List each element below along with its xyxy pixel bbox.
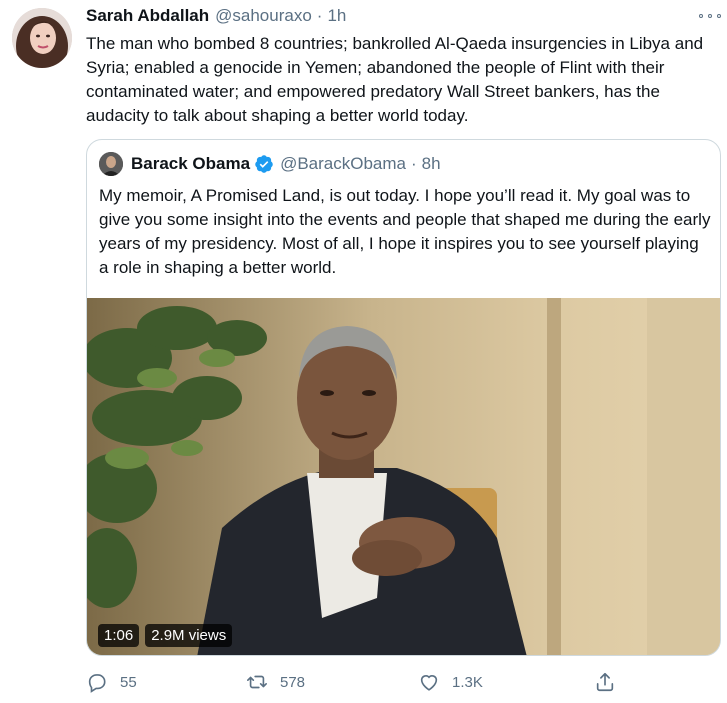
- share-icon: [596, 672, 614, 692]
- like-count: 1.3K: [452, 673, 483, 691]
- video-views: 2.9M views: [145, 624, 233, 647]
- retweet-count: 578: [280, 673, 306, 691]
- reply-icon: [88, 674, 106, 693]
- video-info: 1:06 2.9M views: [98, 624, 233, 647]
- reply-count: 55: [120, 673, 137, 691]
- video-player[interactable]: 1:06 2.9M views: [87, 298, 720, 655]
- quoted-tweet-time: 8h: [421, 154, 441, 173]
- quoted-separator: ·: [411, 154, 417, 173]
- more-icon[interactable]: [699, 10, 721, 22]
- like-button[interactable]: 1.3K: [418, 668, 483, 696]
- quoted-tweet[interactable]: Barack Obama @BarackObama · 8h My memoir…: [86, 139, 721, 656]
- author-avatar[interactable]: [12, 8, 72, 68]
- share-button[interactable]: [594, 668, 628, 696]
- author-handle[interactable]: @sahouraxo: [215, 6, 312, 26]
- verified-icon: [254, 154, 274, 174]
- tweet-text: The man who bombed 8 countries; bankroll…: [86, 34, 704, 125]
- separator: ·: [316, 6, 323, 25]
- author-name[interactable]: Sarah Abdallah: [86, 6, 209, 26]
- reply-button[interactable]: 55: [86, 668, 137, 696]
- quoted-author-avatar: [99, 152, 123, 176]
- tweet-actions: 55 578 1.3K: [86, 668, 626, 696]
- retweet-icon: [247, 675, 267, 689]
- video-duration: 1:06: [98, 624, 140, 647]
- tweet-time[interactable]: 1h: [327, 6, 346, 26]
- quoted-author-handle: @BarackObama: [280, 154, 406, 173]
- quoted-tweet-header: Barack Obama @BarackObama · 8h: [99, 152, 441, 176]
- retweet-button[interactable]: 578: [246, 668, 305, 696]
- video-thumbnail: [87, 298, 720, 655]
- like-icon: [420, 675, 438, 691]
- quoted-author-name: Barack Obama: [131, 154, 251, 173]
- tweet-header: Sarah Abdallah @sahouraxo · 1h: [86, 6, 346, 28]
- quoted-tweet-text: My memoir, A Promised Land, is out today…: [99, 186, 711, 277]
